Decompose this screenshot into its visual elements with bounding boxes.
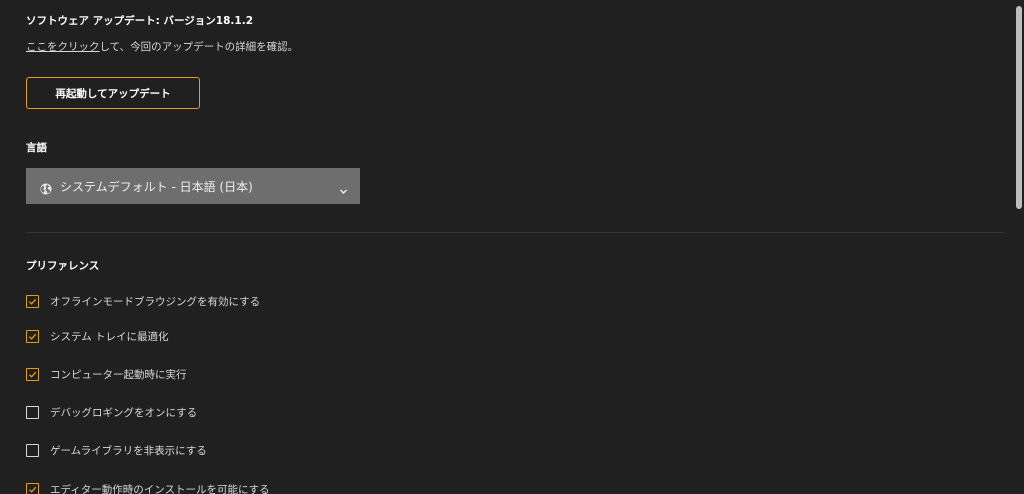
restart-and-update-button[interactable]: 再起動してアップデート	[26, 77, 200, 109]
pref-label: システム トレイに最適化	[50, 331, 169, 343]
checkbox-checked[interactable]	[26, 368, 39, 381]
section-divider	[26, 232, 1004, 233]
pref-hide-game-library[interactable]: ゲームライブラリを非表示にする	[26, 443, 207, 458]
update-details-text: して、今回のアップデートの詳細を確認。	[99, 41, 299, 53]
pref-label: オフラインモードブラウジングを有効にする	[50, 296, 261, 308]
check-icon	[28, 371, 37, 378]
preferences-heading: プリファレンス	[26, 260, 100, 272]
pref-label: デバッグロギングをオンにする	[50, 407, 198, 419]
checkbox-unchecked[interactable]	[26, 444, 39, 457]
pref-install-while-editor-running[interactable]: エディター動作時のインストールを可能にする	[26, 482, 270, 494]
check-icon	[28, 486, 37, 493]
update-details-link[interactable]: ここをクリック	[26, 41, 100, 53]
pref-offline-browsing[interactable]: オフラインモードブラウジングを有効にする	[26, 294, 260, 309]
language-select-value: システムデフォルト - 日本語 (日本)	[60, 179, 253, 194]
checkbox-checked[interactable]	[26, 295, 39, 308]
checkbox-checked[interactable]	[26, 330, 39, 343]
pref-label: ゲームライブラリを非表示にする	[50, 445, 207, 457]
pref-label: エディター動作時のインストールを可能にする	[50, 484, 270, 494]
check-icon	[28, 298, 37, 305]
language-select[interactable]: システムデフォルト - 日本語 (日本)	[26, 168, 360, 204]
globe-icon	[40, 180, 52, 195]
checkbox-unchecked[interactable]	[26, 406, 39, 419]
check-icon	[28, 333, 37, 340]
version-title: ソフトウェア アップデート: バージョン18.1.2	[26, 15, 254, 27]
vertical-scrollbar[interactable]	[1014, 0, 1024, 494]
scrollbar-thumb[interactable]	[1016, 6, 1022, 209]
update-details-line: ここをクリックして、今回のアップデートの詳細を確認。	[26, 39, 298, 54]
pref-debug-logging[interactable]: デバッグロギングをオンにする	[26, 405, 197, 420]
pref-label: コンピューター起動時に実行	[50, 369, 187, 381]
settings-page: ソフトウェア アップデート: バージョン18.1.2 ここをクリックして、今回の…	[0, 0, 1024, 494]
language-heading: 言語	[26, 142, 47, 154]
chevron-down-icon	[339, 181, 348, 194]
checkbox-checked[interactable]	[26, 483, 39, 494]
pref-minimize-to-tray[interactable]: システム トレイに最適化	[26, 329, 169, 344]
pref-run-on-startup[interactable]: コンピューター起動時に実行	[26, 367, 187, 382]
